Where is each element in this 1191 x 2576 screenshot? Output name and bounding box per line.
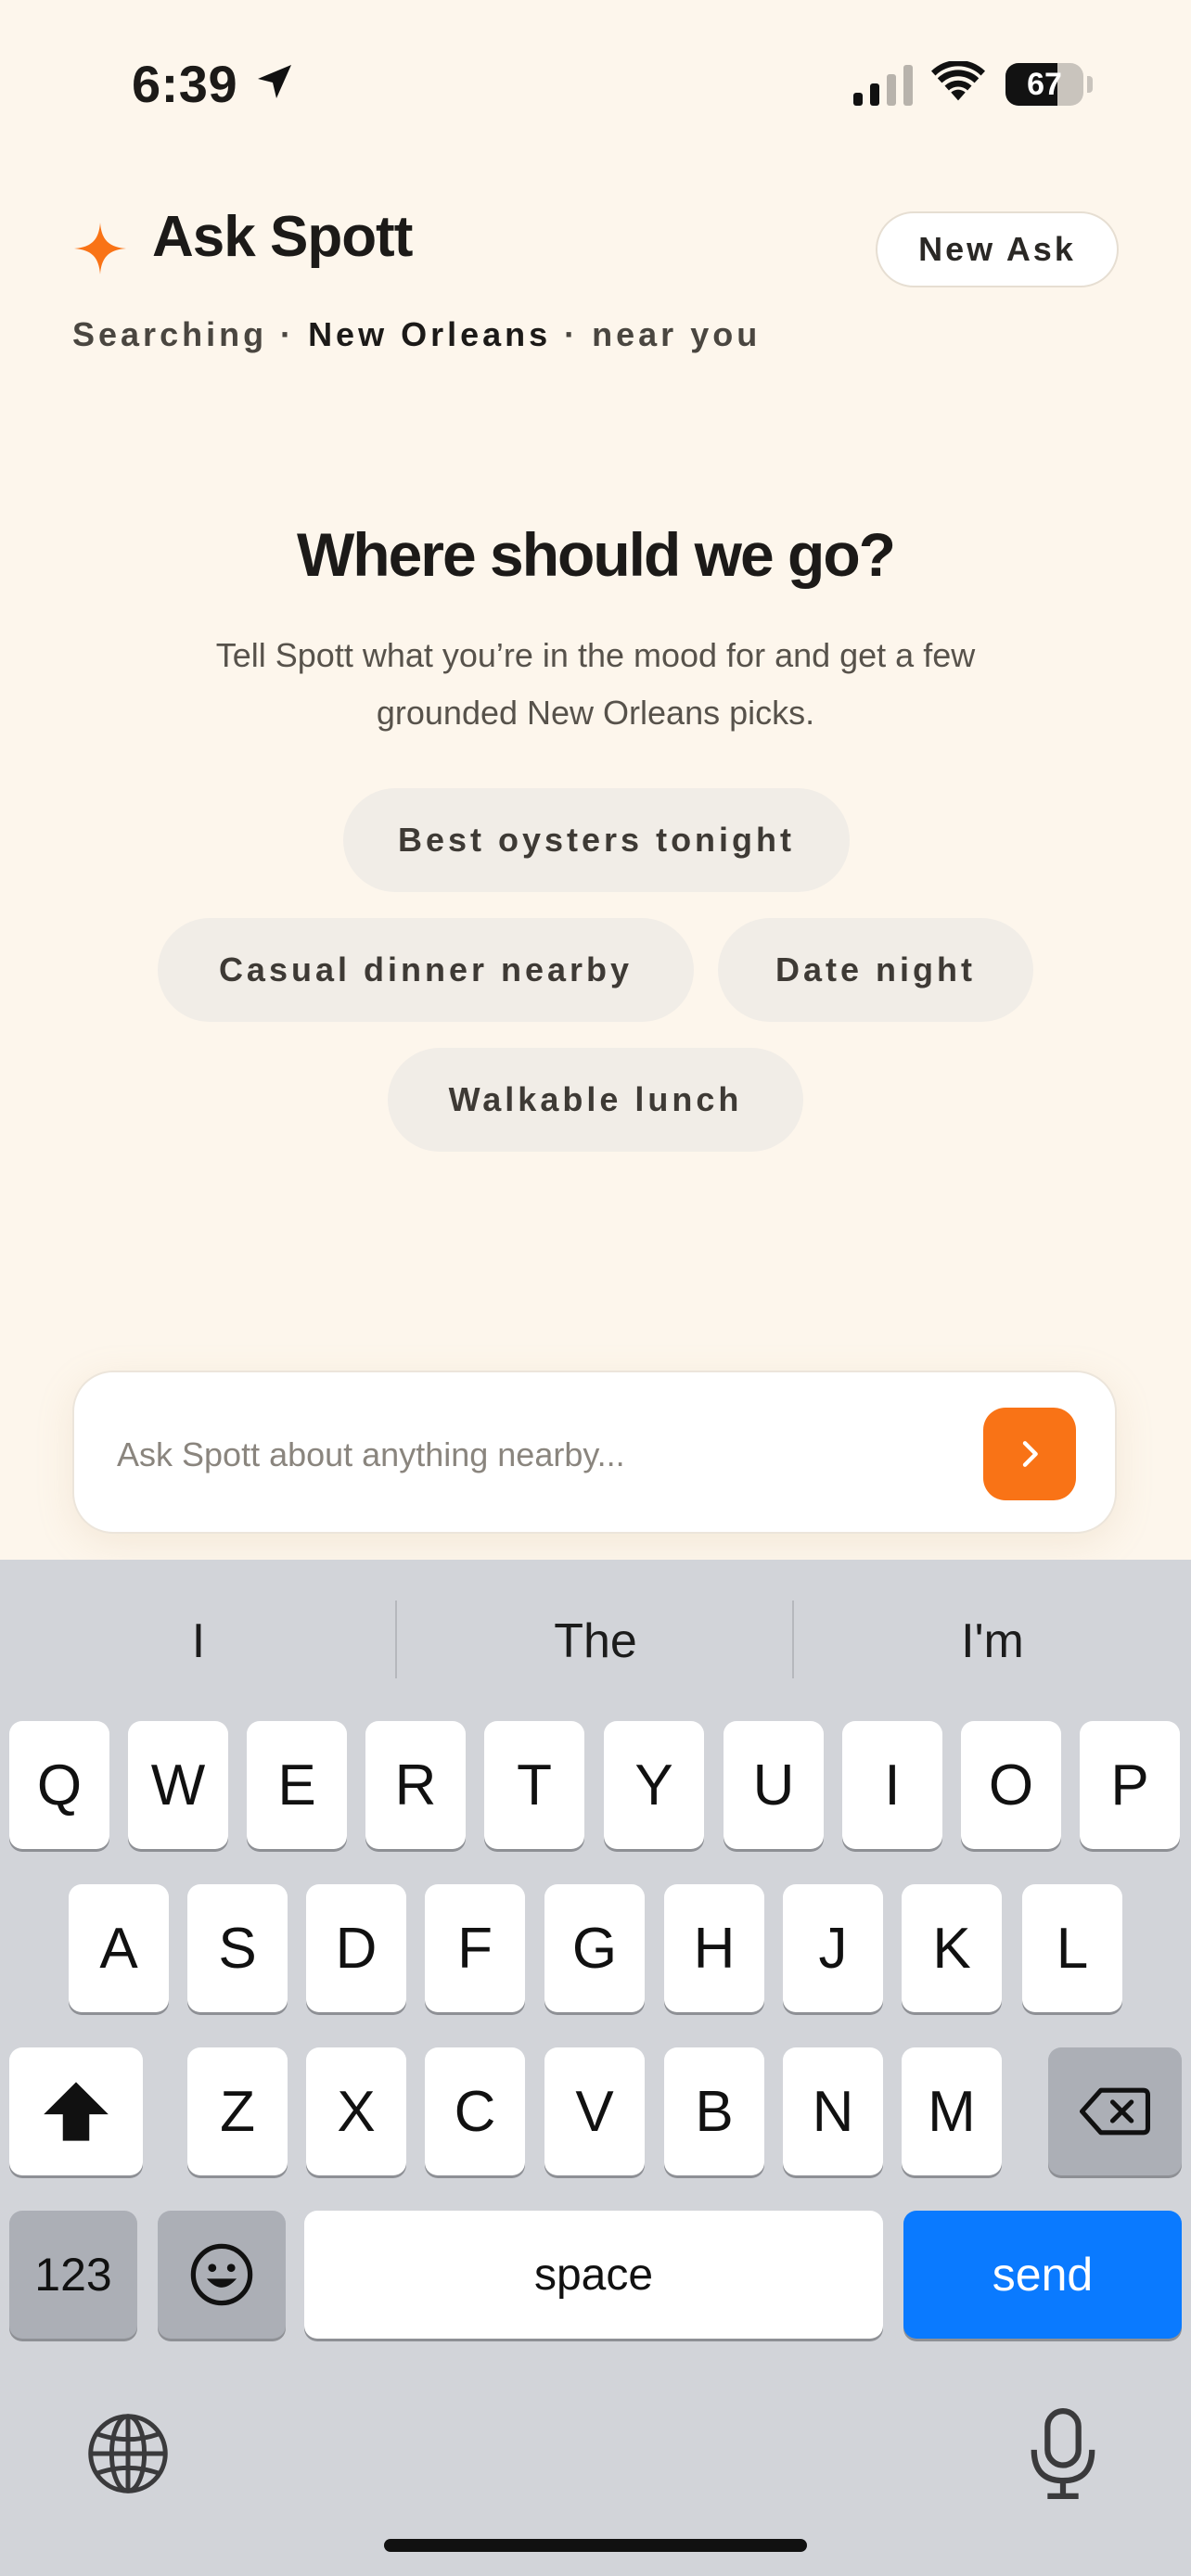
hero-title: Where should we go? (296, 520, 896, 589)
keyboard-suggestion[interactable]: I'm (794, 1604, 1191, 1678)
new-ask-button[interactable]: New Ask (876, 211, 1119, 287)
key[interactable]: D (306, 1884, 406, 2012)
app-title: Ask Spott (152, 205, 413, 269)
key[interactable]: Z (187, 2047, 288, 2175)
microphone-icon[interactable] (1024, 2407, 1102, 2500)
ask-input[interactable] (115, 1413, 991, 1497)
keyboard-suggestion[interactable]: I (0, 1604, 397, 1678)
location-city: New Orleans (308, 315, 552, 353)
location-prefix: Searching · (72, 315, 309, 353)
key[interactable]: S (187, 1884, 288, 2012)
ask-composer (72, 1371, 1117, 1534)
key[interactable]: L (1022, 1884, 1122, 2012)
send-key[interactable]: send (903, 2211, 1182, 2339)
numbers-key[interactable]: 123 (9, 2211, 137, 2339)
key[interactable]: G (544, 1884, 645, 2012)
key[interactable]: A (69, 1884, 169, 2012)
suggestion-chip[interactable]: Casual dinner nearby (158, 918, 694, 1022)
key[interactable]: Y (604, 1721, 704, 1849)
key[interactable]: N (783, 2047, 883, 2175)
key[interactable]: J (783, 1884, 883, 2012)
key[interactable]: O (961, 1721, 1061, 1849)
battery-icon: 67 (1005, 63, 1095, 106)
keyboard-suggestion[interactable]: The (397, 1604, 794, 1678)
hero-subtitle: Tell Spott what you’re in the mood for a… (215, 636, 976, 732)
suggestion-chip[interactable]: Walkable lunch (388, 1048, 803, 1152)
emoji-icon (190, 2243, 253, 2306)
submit-button[interactable] (983, 1408, 1076, 1500)
shift-icon (44, 2082, 109, 2141)
home-indicator (384, 2539, 807, 2552)
globe-icon[interactable] (85, 2411, 171, 2496)
key[interactable]: C (425, 2047, 525, 2175)
wifi-icon (931, 61, 985, 101)
key[interactable]: R (365, 1721, 466, 1849)
key[interactable]: M (902, 2047, 1002, 2175)
delete-key[interactable] (1048, 2047, 1182, 2175)
status-time: 6:39 (132, 55, 238, 113)
key[interactable]: U (724, 1721, 824, 1849)
key[interactable]: P (1080, 1721, 1180, 1849)
status-bar: 6:39 67 (0, 0, 1191, 167)
key[interactable]: E (247, 1721, 347, 1849)
key[interactable]: V (544, 2047, 645, 2175)
keyboard: I The I'm Q W E R T Y U I O P A S D F G … (0, 1560, 1191, 2576)
suggestion-chip[interactable]: Date night (718, 918, 1033, 1022)
location-line: Searching · New Orleans · near you (72, 315, 761, 354)
key[interactable]: T (484, 1721, 584, 1849)
key[interactable]: B (664, 2047, 764, 2175)
key[interactable]: W (128, 1721, 228, 1849)
key[interactable]: F (425, 1884, 525, 2012)
chevron-right-icon (1022, 1441, 1038, 1467)
sparkle-logo-icon (74, 223, 126, 274)
key[interactable]: I (842, 1721, 942, 1849)
space-key[interactable]: space (304, 2211, 883, 2339)
location-arrow-icon (258, 65, 291, 98)
key[interactable]: H (664, 1884, 764, 2012)
battery-level: 67 (1027, 67, 1062, 102)
suggestion-chip[interactable]: Best oysters tonight (343, 788, 850, 892)
key[interactable]: K (902, 1884, 1002, 2012)
backspace-icon (1080, 2087, 1150, 2136)
shift-key[interactable] (9, 2047, 143, 2175)
cellular-signal-icon (853, 65, 913, 106)
key[interactable]: X (306, 2047, 406, 2175)
emoji-key[interactable] (158, 2211, 286, 2339)
location-suffix: · near you (551, 315, 762, 353)
key[interactable]: Q (9, 1721, 109, 1849)
